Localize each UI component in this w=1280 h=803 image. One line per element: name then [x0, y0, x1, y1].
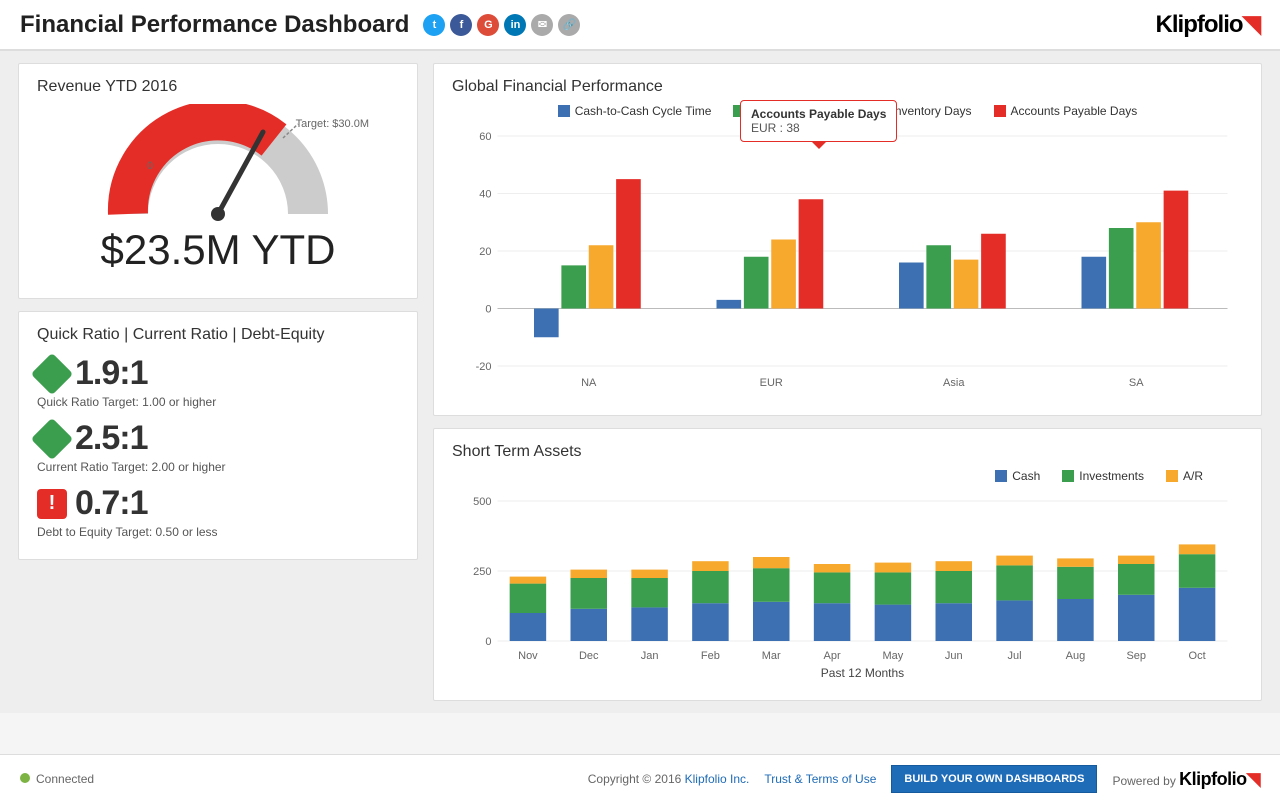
connection-status: Connected	[20, 772, 94, 786]
footer: Connected Copyright © 2016 Klipfolio Inc…	[0, 754, 1280, 803]
current-ratio-row: 2.5:1	[37, 419, 399, 458]
svg-text:Jul: Jul	[1008, 650, 1022, 662]
google-plus-icon[interactable]: G	[477, 14, 499, 36]
assets-panel: Short Term Assets Cash Investments A/R 0…	[433, 428, 1262, 701]
svg-text:250: 250	[473, 566, 491, 578]
chart-tooltip: Accounts Payable Days EUR : 38	[740, 100, 897, 142]
company-link[interactable]: Klipfolio Inc.	[685, 772, 750, 786]
current-ratio-value: 2.5:1	[75, 419, 148, 458]
svg-text:0: 0	[485, 636, 491, 648]
ratios-title: Quick Ratio | Current Ratio | Debt-Equit…	[37, 326, 399, 344]
svg-text:EUR: EUR	[760, 377, 783, 389]
svg-text:40: 40	[479, 189, 491, 201]
gauge-value: $23.5M YTD	[101, 226, 336, 274]
svg-text:Past 12 Months: Past 12 Months	[821, 666, 904, 680]
brand-logo: Klipfolio◥	[1156, 10, 1260, 39]
legend-cash-cycle[interactable]: Cash-to-Cash Cycle Time	[558, 104, 712, 118]
facebook-icon[interactable]: f	[450, 14, 472, 36]
status-dot-icon	[20, 773, 30, 783]
quick-ratio-row: 1.9:1	[37, 354, 399, 393]
legend-ar[interactable]: A/R	[1166, 469, 1203, 483]
svg-text:SA: SA	[1129, 377, 1144, 389]
svg-text:Asia: Asia	[943, 377, 965, 389]
svg-text:Mar: Mar	[762, 650, 781, 662]
assets-legend: Cash Investments A/R	[452, 469, 1243, 483]
debt-ratio-value: 0.7:1	[75, 484, 148, 523]
global-title: Global Financial Performance	[452, 78, 1243, 96]
global-chart[interactable]: -20 0 20 40 60 NA EUR Asia SA	[452, 126, 1243, 396]
link-icon[interactable]: 🔗	[558, 14, 580, 36]
assets-chart[interactable]: 0 250 500 Nov Dec Jan Feb Mar Apr May Jun Jul Aug Sep…	[452, 491, 1243, 681]
svg-text:NA: NA	[581, 377, 597, 389]
svg-text:500: 500	[473, 496, 491, 508]
gauge-zero: 0	[147, 160, 153, 172]
debt-ratio-target: Debt to Equity Target: 0.50 or less	[37, 525, 399, 539]
global-performance-panel: Global Financial Performance Cash-to-Cas…	[433, 63, 1262, 416]
svg-text:Jan: Jan	[641, 650, 659, 662]
legend-investments[interactable]: Investments	[1062, 469, 1144, 483]
status-alert-icon: !	[37, 489, 67, 519]
svg-text:Jun: Jun	[945, 650, 963, 662]
svg-text:Oct: Oct	[1189, 650, 1206, 662]
page-title: Financial Performance Dashboard	[20, 11, 409, 39]
debt-ratio-row: ! 0.7:1	[37, 484, 399, 523]
quick-ratio-value: 1.9:1	[75, 354, 148, 393]
revenue-panel: Revenue YTD 2016 0 Target: $30.0M $23.5M…	[18, 63, 418, 299]
svg-text:Nov: Nov	[518, 650, 538, 662]
gauge-target: Target: $30.0M	[296, 118, 369, 130]
svg-text:20: 20	[479, 246, 491, 258]
status-ok-icon	[31, 417, 73, 459]
status-ok-icon	[31, 352, 73, 394]
legend-ap-days[interactable]: Accounts Payable Days	[994, 104, 1138, 118]
legend-cash[interactable]: Cash	[995, 469, 1040, 483]
assets-title: Short Term Assets	[452, 443, 1243, 461]
build-dashboard-button[interactable]: BUILD YOUR OWN DASHBOARDS	[891, 765, 1097, 793]
share-icons: t f G in ✉ 🔗	[423, 14, 580, 36]
svg-text:Feb: Feb	[701, 650, 720, 662]
mail-icon[interactable]: ✉	[531, 14, 553, 36]
svg-text:May: May	[883, 650, 904, 662]
revenue-title: Revenue YTD 2016	[37, 78, 399, 96]
svg-text:0: 0	[485, 304, 491, 316]
svg-text:60: 60	[479, 131, 491, 143]
copyright: Copyright © 2016 Klipfolio Inc.	[588, 772, 750, 786]
svg-text:Aug: Aug	[1066, 650, 1086, 662]
svg-text:-20: -20	[476, 361, 492, 373]
svg-text:Sep: Sep	[1126, 650, 1146, 662]
terms-link[interactable]: Trust & Terms of Use	[764, 772, 876, 786]
current-ratio-target: Current Ratio Target: 2.00 or higher	[37, 460, 399, 474]
quick-ratio-target: Quick Ratio Target: 1.00 or higher	[37, 395, 399, 409]
svg-text:Apr: Apr	[824, 650, 841, 662]
linkedin-icon[interactable]: in	[504, 14, 526, 36]
svg-text:Dec: Dec	[579, 650, 599, 662]
header: Financial Performance Dashboard t f G in…	[0, 0, 1280, 51]
twitter-icon[interactable]: t	[423, 14, 445, 36]
powered-by: Powered by Klipfolio◥	[1112, 769, 1260, 790]
ratios-panel: Quick Ratio | Current Ratio | Debt-Equit…	[18, 311, 418, 560]
